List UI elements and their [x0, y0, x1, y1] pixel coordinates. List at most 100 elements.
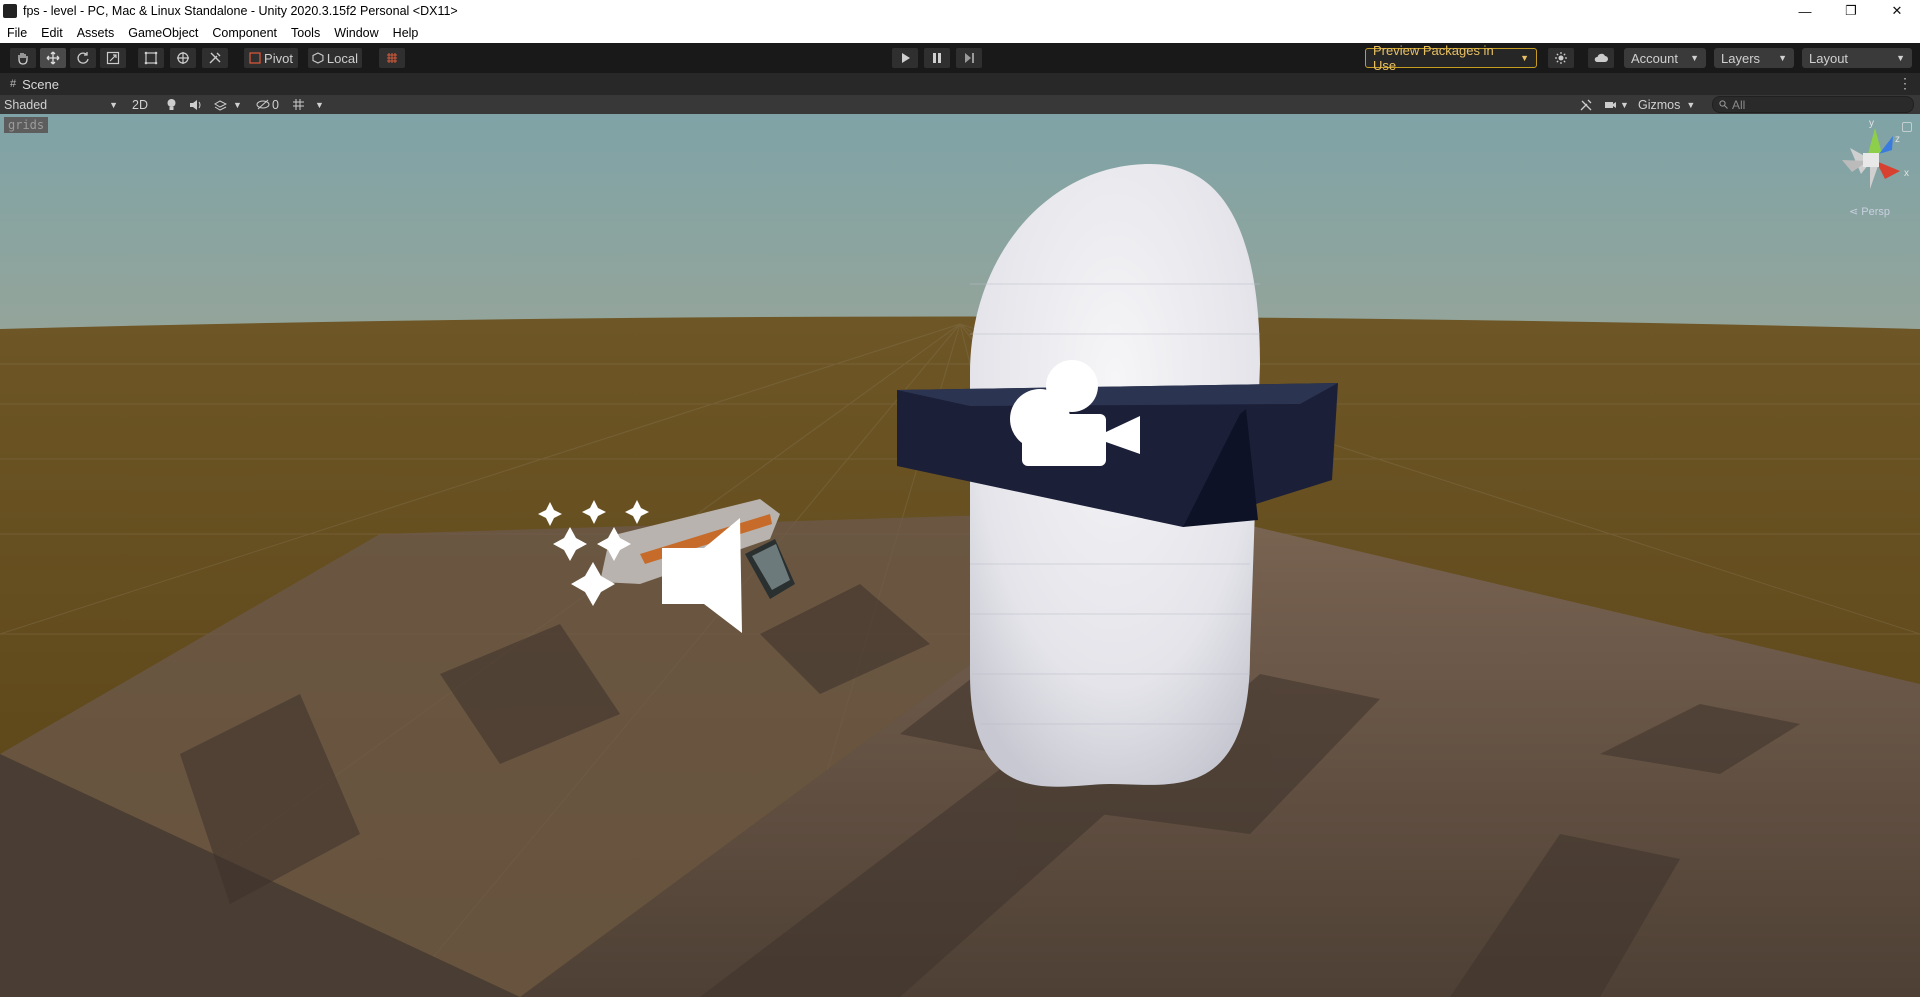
- move-tool-icon: [46, 51, 60, 65]
- camera-icon: [1605, 101, 1616, 108]
- chevron-down-icon: ▼: [1690, 53, 1699, 63]
- main-toolbar: Pivot Local Preview Packages in Use ▼ Ac…: [0, 43, 1920, 74]
- local-icon: [312, 52, 324, 64]
- menu-file[interactable]: File: [0, 26, 34, 40]
- menu-bar: File Edit Assets GameObject Component To…: [0, 22, 1920, 43]
- step-icon: [965, 53, 974, 63]
- more-options-icon[interactable]: ⋮: [1898, 75, 1912, 92]
- scene-view-toolbar: Shaded ▼ 2D ▼ 0 ▼ ▼ Gizmos ▼ All: [0, 95, 1920, 115]
- cloud-icon: [1594, 53, 1608, 62]
- rotate-tool-icon: [77, 52, 89, 64]
- scene-search-input[interactable]: All: [1712, 96, 1914, 113]
- rotate-tool-button[interactable]: [70, 48, 96, 68]
- transform-tool-button[interactable]: [170, 48, 196, 68]
- speaker-icon: [189, 99, 200, 110]
- persp-arrow-icon: ⋖: [1848, 206, 1859, 218]
- rect-tool-button[interactable]: [138, 48, 164, 68]
- tools-icon: [1580, 99, 1592, 110]
- window-title: fps - level - PC, Mac & Linux Standalone…: [23, 4, 458, 18]
- layout-label: Layout: [1809, 50, 1849, 66]
- close-icon[interactable]: ✕: [1874, 0, 1920, 22]
- cloud-button[interactable]: [1588, 48, 1614, 68]
- grid-dropdown[interactable]: ▼: [292, 96, 328, 113]
- account-label: Account: [1631, 50, 1678, 66]
- menu-window[interactable]: Window: [327, 26, 385, 40]
- scene-viewport[interactable]: y x z grids ⋖ Persp: [0, 114, 1920, 997]
- audio-toggle[interactable]: [186, 96, 204, 113]
- scene-search-placeholder: All: [1732, 97, 1746, 112]
- scene-grid-icon: #: [10, 78, 17, 90]
- custom-tool-icon: [209, 52, 221, 64]
- tab-scene[interactable]: # Scene: [0, 73, 69, 95]
- axis-z-label: z: [1895, 134, 1900, 145]
- preview-packages-button[interactable]: Preview Packages in Use ▼: [1365, 43, 1537, 73]
- projection-label: Persp: [1861, 206, 1890, 218]
- camera-dropdown[interactable]: ▼: [1604, 96, 1632, 113]
- hidden-count: 0: [272, 97, 279, 112]
- account-dropdown[interactable]: Account ▼: [1624, 48, 1706, 68]
- layers-label: Layers: [1721, 50, 1761, 66]
- menu-edit[interactable]: Edit: [34, 26, 70, 40]
- pivot-icon: [249, 52, 261, 64]
- layers-dropdown[interactable]: Layers ▼: [1714, 48, 1794, 68]
- play-icon: [902, 53, 910, 63]
- projection-toggle[interactable]: ⋖ Persp: [1849, 205, 1890, 218]
- axis-x-label: x: [1904, 168, 1909, 179]
- chevron-down-icon: ▼: [1686, 99, 1696, 110]
- gizmos-dropdown[interactable]: Gizmos ▼: [1638, 96, 1700, 113]
- effects-dropdown[interactable]: ▼: [214, 96, 248, 113]
- search-icon: [1719, 100, 1728, 109]
- preview-packages-label: Preview Packages in Use: [1373, 43, 1494, 73]
- scale-tool-icon: [106, 51, 120, 65]
- scale-tool-button[interactable]: [100, 48, 126, 68]
- pause-button[interactable]: [924, 48, 950, 68]
- tools-toggle[interactable]: [1578, 96, 1594, 113]
- minimize-icon[interactable]: —: [1782, 0, 1828, 22]
- title-bar: fps - level - PC, Mac & Linux Standalone…: [0, 0, 1920, 22]
- collab-button[interactable]: [1548, 48, 1574, 68]
- unity-app-icon: [3, 4, 17, 18]
- sun-collab-icon: [1555, 52, 1567, 64]
- rect-tool-icon: [144, 51, 158, 65]
- pivot-label: Pivot: [264, 50, 293, 66]
- restore-icon[interactable]: ❐: [1828, 0, 1874, 22]
- scene-tab-bar: # Scene ⋮: [0, 73, 1920, 95]
- hidden-objects-toggle[interactable]: 0: [256, 96, 286, 113]
- gizmos-label: Gizmos: [1638, 97, 1681, 112]
- chevron-down-icon: ▼: [1896, 53, 1905, 63]
- lighting-toggle[interactable]: [162, 96, 180, 113]
- pivot-toggle[interactable]: Pivot: [244, 48, 298, 68]
- layout-dropdown[interactable]: Layout ▼: [1802, 48, 1912, 68]
- lightbulb-icon: [167, 99, 175, 110]
- lock-icon[interactable]: [1902, 122, 1912, 132]
- custom-tool-button[interactable]: [202, 48, 228, 68]
- snap-toggle[interactable]: [379, 48, 405, 68]
- hand-tool-icon: [18, 53, 28, 65]
- eye-slash-icon: [256, 99, 270, 110]
- local-label: Local: [326, 50, 358, 66]
- draw-mode-dropdown[interactable]: Shaded ▼: [4, 96, 118, 113]
- menu-help[interactable]: Help: [386, 26, 426, 40]
- axis-y-label: y: [1869, 118, 1874, 129]
- transform-tool-icon: [177, 52, 189, 64]
- effects-layers-icon: [214, 99, 227, 111]
- grid-icon: [293, 99, 304, 110]
- play-button[interactable]: [892, 48, 918, 68]
- local-toggle[interactable]: Local: [308, 48, 362, 68]
- menu-tools[interactable]: Tools: [284, 26, 327, 40]
- step-button[interactable]: [956, 48, 982, 68]
- scene-render: y x z: [0, 114, 1920, 997]
- chevron-down-icon: ▼: [1520, 53, 1529, 63]
- chevron-down-icon: ▼: [233, 99, 242, 110]
- 2d-toggle[interactable]: 2D: [130, 96, 150, 113]
- grid-snap-icon: [387, 53, 397, 63]
- hand-tool-button[interactable]: [10, 48, 36, 68]
- chevron-down-icon: ▼: [1620, 99, 1629, 110]
- grids-label: grids: [4, 117, 49, 133]
- tab-scene-label: Scene: [22, 76, 59, 92]
- draw-mode-label: Shaded: [4, 97, 48, 112]
- menu-component[interactable]: Component: [205, 26, 284, 40]
- move-tool-button[interactable]: [40, 48, 66, 68]
- menu-assets[interactable]: Assets: [70, 26, 122, 40]
- menu-gameobject[interactable]: GameObject: [121, 26, 205, 40]
